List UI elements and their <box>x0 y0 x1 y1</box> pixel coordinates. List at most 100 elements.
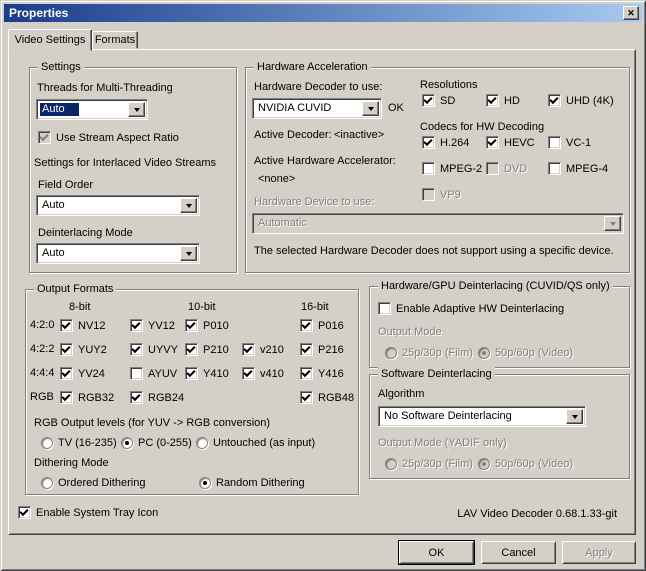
checkbox-yuy2[interactable]: YUY2 <box>60 343 107 356</box>
checkbox-y416[interactable]: Y416 <box>300 367 344 380</box>
checkbox-box <box>130 391 143 404</box>
checkbox-h264[interactable]: H.264 <box>422 136 469 149</box>
deinterlacing-mode-combo-dropdown[interactable] <box>180 246 197 261</box>
cancel-button[interactable]: Cancel <box>481 541 556 564</box>
hw-decoder-combo-value: NVIDIA CUVID <box>258 102 331 114</box>
checkbox-box <box>548 136 561 149</box>
algorithm-combo-dropdown[interactable] <box>566 409 583 424</box>
checkbox-label: Enable Adaptive HW Deinterlacing <box>396 303 564 315</box>
checkbox-box <box>38 131 51 144</box>
checkbox-box <box>242 367 255 380</box>
checkbox-y410[interactable]: Y410 <box>185 367 229 380</box>
checkbox-adaptive-hw-deinterlacing[interactable]: Enable Adaptive HW Deinterlacing <box>378 302 564 315</box>
checkbox-v210[interactable]: v210 <box>242 343 284 356</box>
checkbox-p216[interactable]: P216 <box>300 343 344 356</box>
checkbox-uyvy[interactable]: UYVY <box>130 343 178 356</box>
checkbox-dvd: DVD <box>486 162 527 175</box>
checkbox-label: P210 <box>203 344 229 356</box>
window-title: Properties <box>9 6 68 20</box>
checkbox-label: MPEG-4 <box>566 163 608 175</box>
hw-decoder-combo-dropdown[interactable] <box>362 101 379 116</box>
checkbox-p210[interactable]: P210 <box>185 343 229 356</box>
checkbox-label: VP9 <box>440 189 461 201</box>
hw-output-mode-label: Output Mode <box>378 326 442 338</box>
output-formats-group-title: Output Formats <box>34 282 116 296</box>
checkbox-box <box>242 343 255 356</box>
threads-label: Threads for Multi-Threading <box>37 82 173 94</box>
checkbox-p016[interactable]: P016 <box>300 319 344 332</box>
checkbox-box <box>130 367 143 380</box>
algorithm-combo[interactable]: No Software Deinterlacing <box>378 406 586 427</box>
active-accelerator-label: Active Hardware Accelerator: <box>254 155 396 167</box>
checkbox-p010[interactable]: P010 <box>185 319 229 332</box>
checkbox-label: Use Stream Aspect Ratio <box>56 132 179 144</box>
tab-video-settings[interactable]: Video Settings <box>8 29 92 51</box>
active-decoder-label: Active Decoder: <box>254 129 332 141</box>
checkbox-nv12[interactable]: NV12 <box>60 319 106 332</box>
threads-combo[interactable]: Auto <box>36 99 148 120</box>
tab-label: Video Settings <box>15 34 86 46</box>
radio-untouched-levels[interactable]: Untouched (as input) <box>196 436 315 449</box>
checkbox-box <box>130 343 143 356</box>
checkbox-yv12[interactable]: YV12 <box>130 319 175 332</box>
checkbox-vc1[interactable]: VC-1 <box>548 136 591 149</box>
hw-device-label: Hardware Device to use: <box>254 196 374 208</box>
checkbox-box <box>300 367 313 380</box>
radio-label: 50p/60p (Video) <box>495 458 573 470</box>
hw-decoder-status: OK <box>388 102 404 114</box>
checkbox-label: MPEG-2 <box>440 163 482 175</box>
dithering-mode-label: Dithering Mode <box>34 457 109 469</box>
radio-random-dithering[interactable]: Random Dithering <box>199 476 305 489</box>
ok-button[interactable]: OK <box>399 541 474 564</box>
checkbox-label: UHD (4K) <box>566 95 614 107</box>
radio-tv-levels[interactable]: TV (16-235) <box>41 436 117 449</box>
checkbox-box <box>486 136 499 149</box>
checkbox-label: P010 <box>203 320 229 332</box>
deinterlacing-mode-combo[interactable]: Auto <box>36 243 200 264</box>
checkbox-box <box>185 343 198 356</box>
checkbox-rgb32[interactable]: RGB32 <box>60 391 114 404</box>
radio-hw-film: 25p/30p (Film) <box>385 346 473 359</box>
checkbox-sd[interactable]: SD <box>422 94 455 107</box>
row-label-rgb: RGB <box>30 391 54 403</box>
checkbox-yv24[interactable]: YV24 <box>60 367 105 380</box>
radio-pc-levels[interactable]: PC (0-255) <box>121 436 192 449</box>
checkbox-mpeg2[interactable]: MPEG-2 <box>422 162 482 175</box>
checkbox-box <box>60 391 73 404</box>
checkbox-ayuv[interactable]: AYUV <box>130 367 177 380</box>
checkbox-box <box>548 94 561 107</box>
checkbox-v410[interactable]: v410 <box>242 367 284 380</box>
radio-ordered-dithering[interactable]: Ordered Dithering <box>41 476 145 489</box>
col-header-16bit: 16-bit <box>301 301 329 313</box>
row-label-444: 4:4:4 <box>30 367 54 379</box>
field-order-combo[interactable]: Auto <box>36 195 200 216</box>
checkbox-mpeg4[interactable]: MPEG-4 <box>548 162 608 175</box>
checkbox-box <box>18 506 31 519</box>
threads-combo-dropdown[interactable] <box>128 102 145 117</box>
col-header-8bit: 8-bit <box>69 301 90 313</box>
checkbox-system-tray-icon[interactable]: Enable System Tray Icon <box>18 506 158 519</box>
hw-device-note: The selected Hardware Decoder does not s… <box>254 245 614 257</box>
checkbox-rgb48[interactable]: RGB48 <box>300 391 354 404</box>
checkbox-hevc[interactable]: HEVC <box>486 136 535 149</box>
ok-button-label: OK <box>429 547 445 559</box>
checkbox-label: UYVY <box>148 344 178 356</box>
checkbox-label: VC-1 <box>566 137 591 149</box>
checkbox-uhd-4k[interactable]: UHD (4K) <box>548 94 614 107</box>
hw-decoder-combo[interactable]: NVIDIA CUVID <box>252 98 382 119</box>
checkbox-hd[interactable]: HD <box>486 94 520 107</box>
checkbox-rgb24[interactable]: RGB24 <box>130 391 184 404</box>
checkbox-label: H.264 <box>440 137 469 149</box>
close-button[interactable]: ✕ <box>623 6 639 20</box>
algorithm-label: Algorithm <box>378 388 424 400</box>
field-order-combo-dropdown[interactable] <box>180 198 197 213</box>
titlebar[interactable]: Properties ✕ <box>4 4 642 22</box>
rgb-levels-label: RGB Output levels (for YUV -> RGB conver… <box>34 417 270 429</box>
checkbox-box <box>130 319 143 332</box>
checkbox-box <box>486 162 499 175</box>
hw-device-combo-value: Automatic <box>258 217 307 229</box>
tab-formats[interactable]: Formats <box>92 31 138 49</box>
checkbox-use-stream-aspect-ratio[interactable]: Use Stream Aspect Ratio <box>38 131 179 144</box>
checkbox-label: NV12 <box>78 320 106 332</box>
checkbox-label: YV12 <box>148 320 175 332</box>
